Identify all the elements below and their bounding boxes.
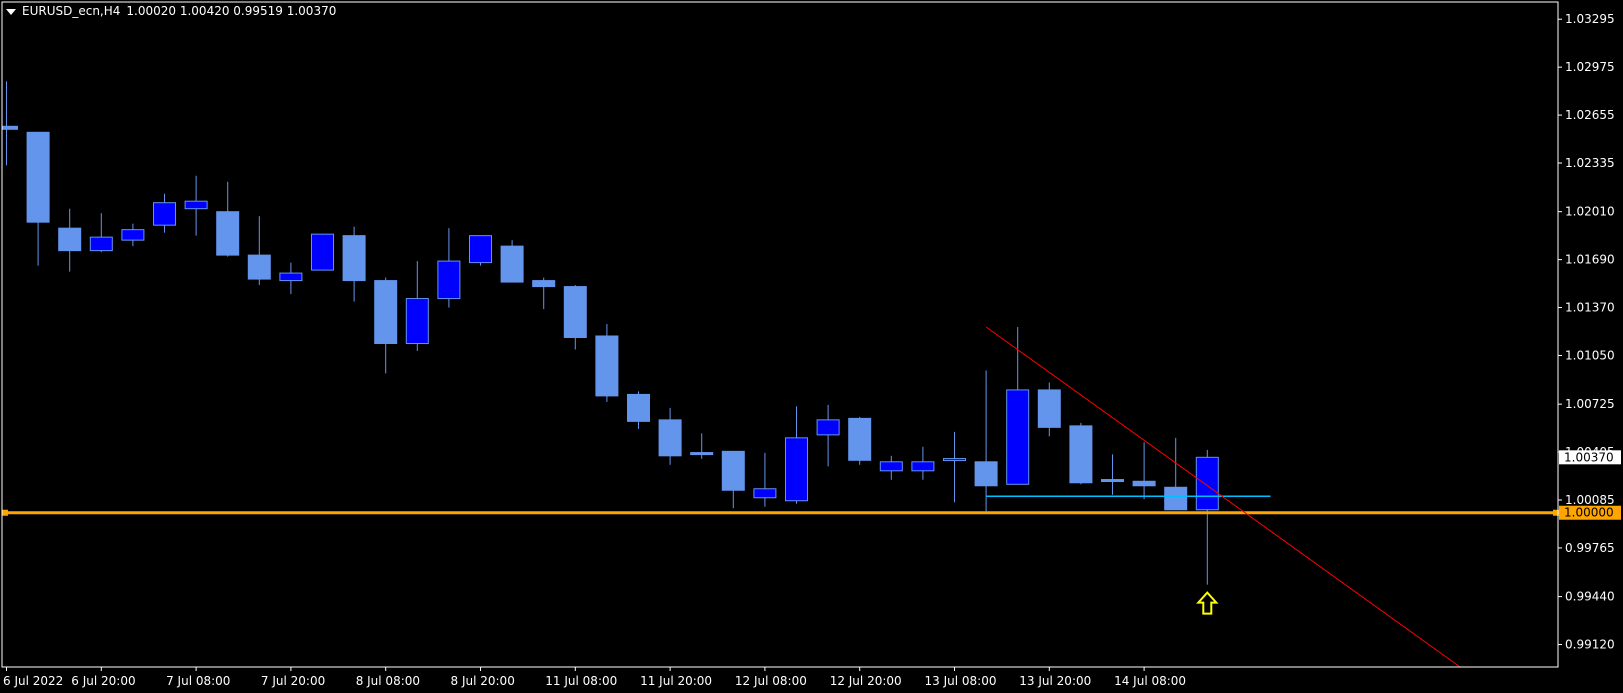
x-tick-label: 11 Jul 08:00 xyxy=(545,674,617,688)
bearish-candle xyxy=(532,280,556,288)
y-tick-label: 1.02975 xyxy=(1565,60,1615,74)
bearish-candle xyxy=(1132,480,1156,487)
x-tick-label: 14 Jul 08:00 xyxy=(1114,674,1186,688)
x-tick-label: 8 Jul 08:00 xyxy=(356,674,420,688)
bearish-candle xyxy=(1069,425,1093,484)
bearish-candle xyxy=(1,125,18,130)
bullish-candle xyxy=(879,461,903,472)
bearish-candle xyxy=(500,245,524,283)
bearish-candle xyxy=(627,393,650,422)
bearish-candle xyxy=(342,235,366,282)
bullish-candle xyxy=(184,200,208,210)
bearish-candle xyxy=(1164,486,1188,511)
y-tick-label: 1.00725 xyxy=(1565,397,1615,411)
x-tick-label: 7 Jul 08:00 xyxy=(166,674,230,688)
bearish-candle xyxy=(374,280,398,344)
bearish-candle xyxy=(247,254,271,280)
bullish-candle xyxy=(785,437,808,502)
current-price-label: 1.00370 xyxy=(1564,450,1614,464)
y-tick-label: 1.01370 xyxy=(1565,301,1615,315)
bearish-candle xyxy=(1101,479,1124,483)
bearish-candle xyxy=(658,419,682,457)
bullish-candle xyxy=(911,461,935,472)
y-tick-label: 0.99765 xyxy=(1565,541,1615,555)
x-tick-label: 8 Jul 20:00 xyxy=(451,674,515,688)
y-tick-label: 1.01050 xyxy=(1565,348,1615,362)
bullish-candle xyxy=(816,419,840,436)
support-price-label: 1.00000 xyxy=(1564,506,1614,520)
bearish-candle xyxy=(595,335,619,397)
x-tick-label: 13 Jul 08:00 xyxy=(925,674,997,688)
bearish-candle xyxy=(216,211,240,256)
x-tick-label: 13 Jul 20:00 xyxy=(1019,674,1091,688)
x-tick-label: 11 Jul 20:00 xyxy=(640,674,712,688)
bullish-candle xyxy=(437,260,461,300)
y-tick-label: 1.02655 xyxy=(1565,108,1615,122)
bearish-candle xyxy=(721,450,745,491)
y-tick-label: 1.02010 xyxy=(1565,205,1615,219)
y-tick-label: 0.99120 xyxy=(1565,638,1615,652)
up-arrow-icon xyxy=(1196,591,1219,615)
bullish-candle xyxy=(121,229,145,241)
bullish-candle xyxy=(1195,456,1219,511)
y-tick-label: 0.99440 xyxy=(1565,590,1615,604)
y-tick-label: 1.02335 xyxy=(1565,156,1615,170)
x-tick-label: 6 Jul 20:00 xyxy=(71,674,135,688)
bullish-candle xyxy=(469,235,492,264)
plot-frame xyxy=(1,1,1559,668)
bullish-candle xyxy=(405,298,429,344)
bullish-candle xyxy=(943,458,966,462)
bullish-candle xyxy=(311,233,334,271)
bearish-candle xyxy=(848,417,872,461)
bullish-candle xyxy=(279,272,303,282)
bearish-candle xyxy=(974,461,998,487)
support-line-handle-left xyxy=(2,509,8,516)
bearish-candle xyxy=(563,286,587,338)
bearish-candle xyxy=(58,227,82,252)
bullish-candle xyxy=(1006,389,1030,485)
bearish-candle xyxy=(690,452,714,456)
y-tick-label: 1.03295 xyxy=(1565,12,1615,26)
bearish-candle xyxy=(26,131,50,223)
bullish-candle xyxy=(89,236,113,252)
bullish-candle xyxy=(753,488,777,499)
bearish-candle xyxy=(1037,389,1061,428)
x-tick-label: 12 Jul 08:00 xyxy=(735,674,807,688)
x-tick-label: 7 Jul 20:00 xyxy=(261,674,325,688)
y-tick-label: 1.01690 xyxy=(1565,253,1615,267)
x-tick-label: 6 Jul 2022 xyxy=(3,674,63,688)
bullish-candle xyxy=(153,202,176,226)
price-chart[interactable]: 1.03295 1.02975 1.02655 1.02335 1.02010 1.016… xyxy=(0,0,1623,693)
x-tick-label: 12 Jul 20:00 xyxy=(830,674,902,688)
